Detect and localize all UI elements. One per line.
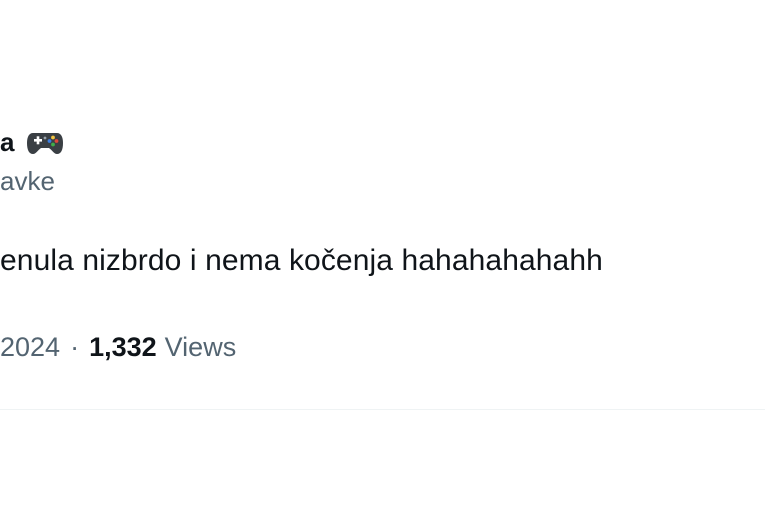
author-row[interactable]: a <box>0 122 65 162</box>
tweet-text: enula nizbrdo i nema kočenja hahahahahah… <box>0 244 603 277</box>
game-controller-icon <box>25 127 65 157</box>
views-count: 1,332 <box>89 332 157 362</box>
tweet-view: a avke enula nizbrdo i nema kočenja haha… <box>0 0 765 510</box>
author-display-name[interactable]: a <box>0 127 15 158</box>
views-label: Views <box>164 332 237 362</box>
tweet-date[interactable]: 2024 <box>0 332 60 363</box>
author-handle[interactable]: avke <box>0 166 55 197</box>
meta-separator: · <box>70 332 80 362</box>
divider <box>0 409 765 410</box>
tweet-meta: 2024 · 1,332 Views <box>0 332 236 363</box>
